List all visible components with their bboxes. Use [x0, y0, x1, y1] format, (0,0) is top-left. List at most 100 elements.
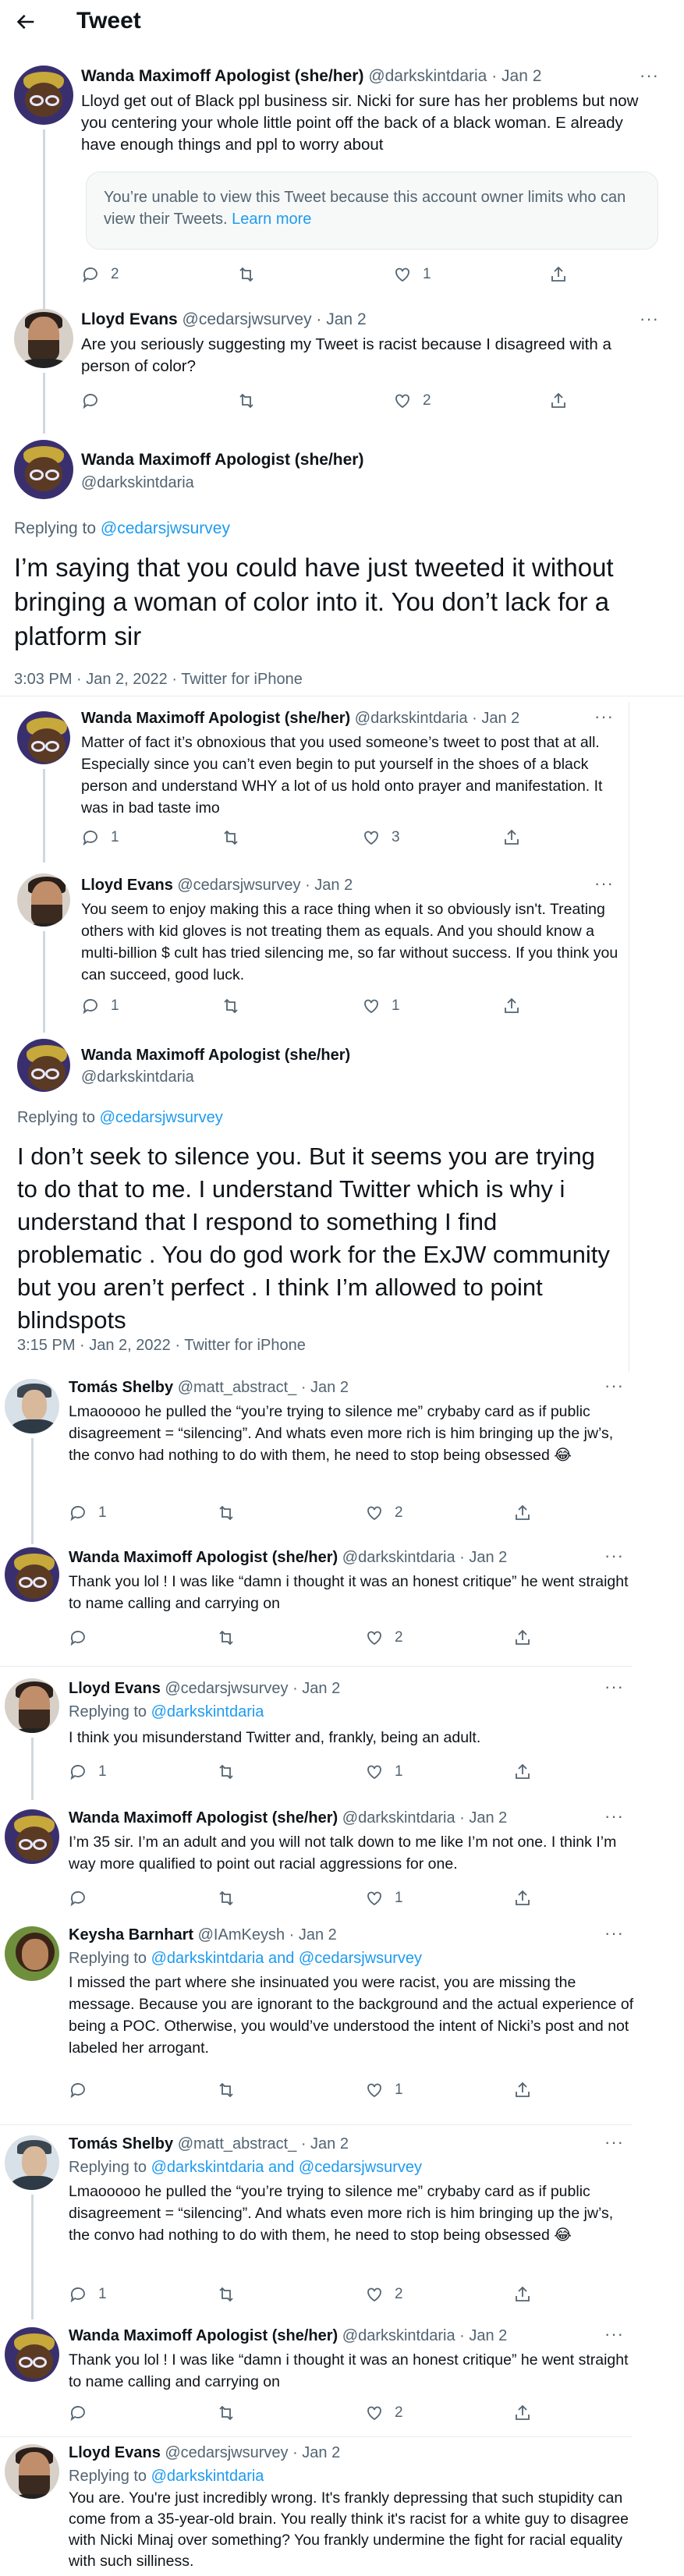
reply-button[interactable]: 1	[69, 2285, 107, 2304]
tweet[interactable]: Lloyd Evans @cedarsjwsurvey · Jan 2 ··· …	[0, 866, 684, 1033]
more-icon[interactable]: ···	[604, 1806, 624, 1827]
more-icon[interactable]: ···	[640, 66, 659, 86]
avatar[interactable]	[5, 1379, 59, 1433]
more-icon[interactable]: ···	[594, 873, 614, 894]
author-name[interactable]: Wanda Maximoff Apologist (she/her)	[81, 1047, 350, 1065]
avatar[interactable]	[14, 66, 73, 125]
tweet-date[interactable]: · Jan 2	[459, 1549, 507, 1566]
tweet-date[interactable]: · Jan 2	[491, 67, 541, 85]
like-button[interactable]: 1	[362, 997, 400, 1015]
tweet-date[interactable]: · Jan 2	[472, 710, 519, 727]
avatar[interactable]	[17, 873, 70, 927]
like-button[interactable]: 2	[365, 2404, 403, 2422]
retweet-button[interactable]	[217, 1763, 246, 1781]
tweet[interactable]: Tomás Shelby @matt_abstract_ · Jan 2 ···…	[0, 2132, 684, 2319]
tweet[interactable]: Wanda Maximoff Apologist (she/her) @dark…	[0, 55, 684, 309]
author-name[interactable]: Wanda Maximoff Apologist (she/her)	[81, 67, 363, 85]
retweet-button[interactable]	[217, 2081, 246, 2099]
share-button[interactable]	[549, 392, 579, 410]
author-handle[interactable]: @cedarsjwsurvey	[183, 310, 312, 328]
tweet-date[interactable]: · Jan 2	[305, 877, 353, 894]
reply-button[interactable]	[69, 2404, 98, 2422]
author-handle[interactable]: @darkskintdaria	[355, 710, 468, 727]
author-handle[interactable]: @darkskintdaria	[342, 1549, 455, 1566]
avatar[interactable]	[5, 1547, 59, 1602]
tweet[interactable]: Lloyd Evans @cedarsjwsurvey · Jan 2 Repl…	[0, 2441, 684, 2576]
more-icon[interactable]: ···	[604, 1923, 624, 1944]
tweet-meta[interactable]: 3:03 PM · Jan 2, 2022 · Twitter for iPho…	[14, 671, 303, 689]
tweet[interactable]: Wanda Maximoff Apologist (she/her) @dark…	[0, 705, 684, 863]
share-button[interactable]	[513, 2285, 543, 2304]
like-button[interactable]: 1	[393, 265, 431, 284]
more-icon[interactable]: ···	[594, 707, 614, 727]
reply-button[interactable]: 1	[69, 1504, 107, 1522]
like-button[interactable]: 2	[365, 1504, 403, 1522]
avatar[interactable]	[5, 1926, 59, 1981]
share-button[interactable]	[513, 1628, 543, 1647]
reply-button[interactable]: 2	[81, 265, 119, 284]
author-name[interactable]: Wanda Maximoff Apologist (she/her)	[81, 710, 350, 727]
author-handle[interactable]: @darkskintdaria	[368, 67, 487, 85]
reply-button[interactable]	[81, 392, 111, 410]
mention-link[interactable]: @cedarsjwsurvey	[100, 1109, 223, 1126]
tweet-date[interactable]: · Jan 2	[459, 1809, 507, 1827]
more-icon[interactable]: ···	[604, 2132, 624, 2153]
like-button[interactable]: 1	[365, 2081, 403, 2099]
retweet-button[interactable]	[217, 2285, 246, 2304]
like-button[interactable]: 2	[365, 1628, 403, 1647]
share-button[interactable]	[513, 1504, 543, 1522]
more-icon[interactable]: ···	[604, 1546, 624, 1566]
back-arrow-icon[interactable]	[16, 11, 39, 34]
mention-link[interactable]: @cedarsjwsurvey	[101, 519, 230, 537]
share-button[interactable]	[502, 997, 532, 1015]
author-handle[interactable]: @darkskintdaria	[81, 474, 194, 492]
reply-button[interactable]: 1	[69, 1763, 107, 1781]
tweet-date[interactable]: · Jan 2	[292, 1680, 340, 1697]
tweet[interactable]: Wanda Maximoff Apologist (she/her) @dark…	[0, 2324, 684, 2433]
retweet-button[interactable]	[217, 1628, 246, 1647]
author-handle[interactable]: @darkskintdaria	[81, 1068, 194, 1086]
author-name[interactable]: Tomás Shelby	[69, 2135, 173, 2153]
tweet-date[interactable]: · Jan 2	[301, 1379, 349, 1396]
avatar[interactable]	[5, 1678, 59, 1733]
mention-link[interactable]: @darkskintdaria	[151, 2468, 264, 2485]
tweet-date[interactable]: · Jan 2	[292, 2444, 340, 2461]
author-name[interactable]: Lloyd Evans	[69, 2444, 161, 2461]
tweet-date[interactable]: · Jan 2	[301, 2135, 349, 2153]
share-button[interactable]	[513, 1889, 543, 1908]
author-handle[interactable]: @cedarsjwsurvey	[177, 877, 300, 894]
avatar[interactable]	[17, 711, 70, 764]
mention-link[interactable]: @darkskintdaria	[151, 1703, 264, 1720]
share-button[interactable]	[549, 265, 579, 284]
retweet-button[interactable]	[237, 265, 267, 284]
avatar[interactable]	[5, 2327, 59, 2382]
tweet[interactable]: Keysha Barnhart @IAmKeysh · Jan 2 ··· Re…	[0, 1923, 684, 2118]
author-name[interactable]: Lloyd Evans	[81, 877, 173, 894]
retweet-button[interactable]	[222, 997, 251, 1015]
author-name[interactable]: Wanda Maximoff Apologist (she/her)	[81, 451, 363, 469]
author-handle[interactable]: @darkskintdaria	[342, 1809, 455, 1827]
author-handle[interactable]: @cedarsjwsurvey	[165, 2444, 288, 2461]
tweet[interactable]: Lloyd Evans @cedarsjwsurvey · Jan 2 ··· …	[0, 1675, 684, 1800]
author-name[interactable]: Keysha Barnhart	[69, 1926, 193, 1944]
tweet[interactable]: Wanda Maximoff Apologist (she/her) @dark…	[0, 1806, 684, 1923]
author-handle[interactable]: @darkskintdaria	[342, 2327, 455, 2344]
mention-link[interactable]: @darkskintdaria and @cedarsjwsurvey	[151, 1950, 422, 1967]
reply-button[interactable]: 1	[81, 997, 119, 1015]
tweet-meta[interactable]: 3:15 PM · Jan 2, 2022 · Twitter for iPho…	[17, 1337, 306, 1355]
reply-button[interactable]	[69, 1889, 98, 1908]
more-icon[interactable]: ···	[604, 1677, 624, 1697]
retweet-button[interactable]	[217, 1889, 246, 1908]
avatar[interactable]	[5, 1809, 59, 1864]
mention-link[interactable]: @darkskintdaria and @cedarsjwsurvey	[151, 2159, 422, 2176]
like-button[interactable]: 2	[393, 392, 431, 410]
avatar[interactable]	[5, 2444, 59, 2499]
author-handle[interactable]: @IAmKeysh	[198, 1926, 285, 1944]
tweet[interactable]: Wanda Maximoff Apologist (she/her) @dark…	[0, 1546, 684, 1663]
avatar[interactable]	[14, 309, 73, 368]
author-name[interactable]: Lloyd Evans	[69, 1680, 161, 1697]
share-button[interactable]	[502, 828, 532, 847]
share-button[interactable]	[513, 1763, 543, 1781]
retweet-button[interactable]	[222, 828, 251, 847]
avatar[interactable]	[17, 1039, 70, 1092]
